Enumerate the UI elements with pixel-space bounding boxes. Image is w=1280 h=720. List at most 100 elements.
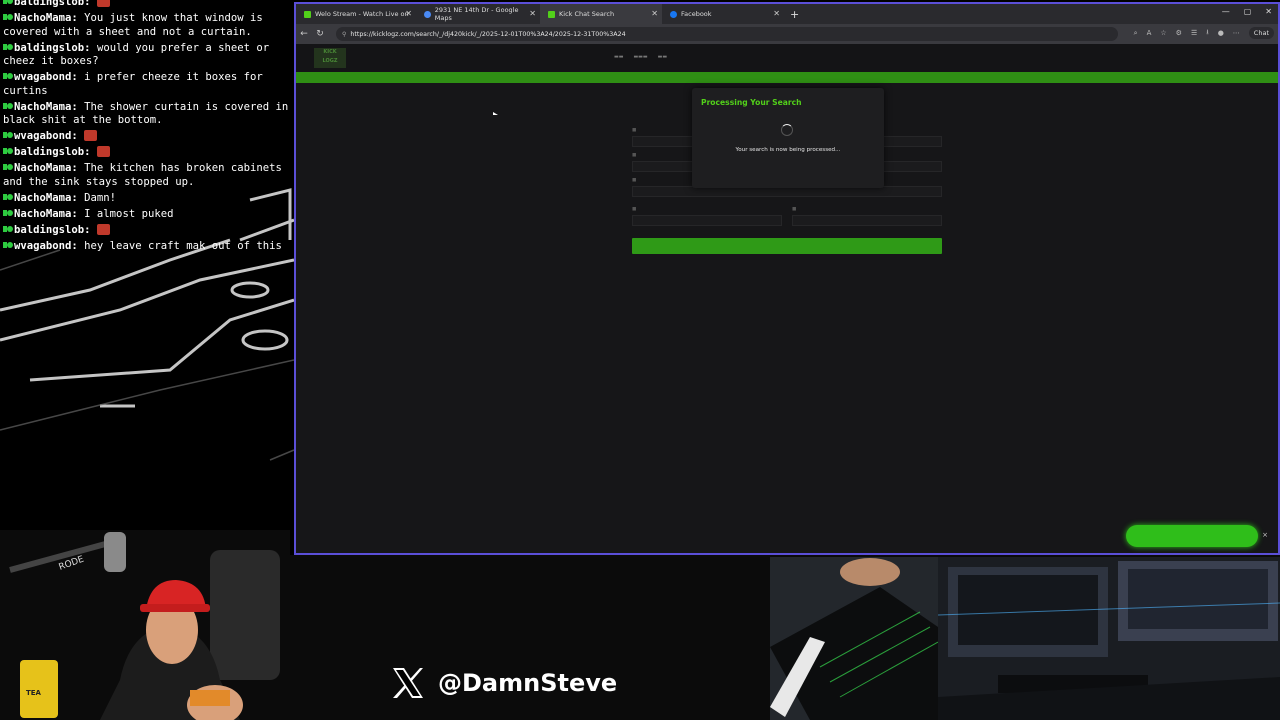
keyboard-camera [770,557,938,720]
address-bar[interactable]: ⚲ https://kicklogz.com/search/_/dj420kic… [336,27,1118,41]
kick-favicon-icon [304,10,311,18]
svg-text:TEA: TEA [26,689,42,697]
chat-message: baldingslob: would you prefer a sheet or… [3,42,291,69]
mouse-cursor-icon [493,112,498,115]
chat-badge-icon [3,162,13,172]
zoom-icon[interactable]: ⌕ [1134,29,1138,38]
chat-username[interactable]: baldingslob: [14,42,91,54]
tab-label: 2931 NE 14th Dr - Google Maps [434,6,519,22]
window-controls: — ▢ ✕ [1222,7,1272,16]
copilot-chat-button[interactable]: Chat [1248,27,1274,39]
nav-link[interactable]: ▬▬ [658,54,667,60]
chat-username[interactable]: baldingslob: [14,0,91,8]
url-text[interactable]: https://kicklogz.com/search/_/dj420kick/… [350,31,625,38]
field-label: ■ [632,207,637,212]
chat-message-list: baldingslob: NachoMama: You just know tha… [3,0,291,256]
chat-badge-icon [3,224,13,234]
close-icon[interactable]: × [1262,531,1268,539]
chat-badge-icon [3,12,13,22]
browser-window: Welo Stream - Watch Live on ✕ 2931 NE 14… [294,2,1280,555]
loading-spinner-icon [781,124,793,136]
downloads-icon[interactable]: ⭳ [1206,28,1208,39]
chat-badge-icon [3,240,13,250]
chat-badge-icon [3,130,13,140]
maximize-icon[interactable]: ▢ [1244,7,1252,16]
chat-message: baldingslob: [3,146,291,160]
handle-text: @DamnSteve [438,669,618,697]
close-icon[interactable]: ✕ [651,9,658,18]
chat-message: NachoMama: The kitchen has broken cabine… [3,162,291,189]
chat-badge-icon [3,42,13,52]
chat-username[interactable]: baldingslob: [14,146,91,158]
desk-camera [938,557,1280,720]
chat-username[interactable]: NachoMama: [14,12,78,24]
facebook-icon [670,10,677,18]
minimize-icon[interactable]: — [1222,7,1230,16]
read-aloud-icon[interactable]: A [1147,29,1152,37]
maps-pin-icon [424,10,431,18]
address-toolbar: ← ↻ ⚲ https://kicklogz.com/search/_/dj42… [296,24,1278,44]
chat-text: Damn! [84,191,117,204]
new-tab-plus-icon[interactable]: + [790,8,799,21]
chat-badge-icon [3,192,13,202]
extensions-icon[interactable]: ⚙ [1176,29,1182,37]
chat-badge-icon [3,71,13,81]
chat-text: hey leave craft mak out of this [84,239,282,252]
tab-bar: Welo Stream - Watch Live on ✕ 2931 NE 14… [296,4,1278,24]
x-logo-icon [393,668,423,698]
site-nav: ▬▬ ▬▬▬ ▬▬ [614,54,667,60]
chat-message: wvagabond: [3,130,291,144]
chat-username[interactable]: baldingslob: [14,224,91,236]
site-logo[interactable]: KICK LOGZ [314,48,346,68]
chat-username[interactable]: wvagabond: [14,240,78,252]
chat-username[interactable]: wvagabond: [14,71,78,83]
nav-link[interactable]: ▬▬ [614,54,623,60]
chat-emote-icon [96,146,110,158]
chat-badge-icon [3,101,13,111]
close-icon[interactable]: ✕ [773,9,780,18]
chat-username[interactable]: NachoMama: [14,208,78,220]
site-header: KICK LOGZ ▬▬ ▬▬▬ ▬▬ [296,44,1278,72]
chat-username[interactable]: NachoMama: [14,101,78,113]
close-icon[interactable]: ✕ [529,9,536,18]
reload-icon[interactable]: ↻ [312,29,328,39]
profile-avatar-icon[interactable]: ● [1218,29,1224,37]
collections-icon[interactable]: ☰ [1191,29,1197,37]
search-button[interactable] [632,238,942,254]
processing-modal: Processing Your Search Your search is no… [692,88,884,188]
chat-username[interactable]: NachoMama: [14,162,78,174]
from-date-field[interactable] [632,215,782,226]
chat-username[interactable]: NachoMama: [14,192,78,204]
more-menu-icon[interactable]: ⋯ [1233,29,1240,37]
favorite-star-icon[interactable]: ☆ [1160,29,1166,37]
modal-message: Your search is now being processed... [735,147,841,153]
chat-message: NachoMama: The shower curtain is covered… [3,101,291,128]
streamer-webcam: RODE TEA [0,530,290,720]
tab-welo-stream[interactable]: Welo Stream - Watch Live on ✕ [296,4,416,24]
browser-tools: ⌕ A ☆ ⚙ ☰ ⭳ ● ⋯ Chat [1134,27,1274,39]
chat-message: wvagabond: hey leave craft mak out of th… [3,240,291,254]
chat-emote-icon [83,130,97,142]
chat-emote-icon [96,223,110,235]
chat-badge-icon [3,208,13,218]
chat-username[interactable]: wvagabond: [14,130,78,142]
chat-badge-icon [3,146,13,156]
site-banner-strip [296,72,1278,83]
nav-link[interactable]: ▬▬▬ [633,54,647,60]
tab-google-maps[interactable]: 2931 NE 14th Dr - Google Maps ✕ [416,4,540,24]
wrapped-promo-pill[interactable]: × [1126,525,1268,547]
site-info-icon[interactable]: ⚲ [342,31,346,38]
to-date-field[interactable] [792,215,942,226]
chat-overlay: baldingslob: NachoMama: You just know tha… [0,0,294,560]
tab-label: Kick Chat Search [559,10,615,18]
chat-emote-icon [96,0,110,7]
social-handle: @DamnSteve [390,665,617,701]
modal-title: Processing Your Search [701,98,802,107]
stream-bottom-area: RODE TEA @DamnSteve [0,530,1280,720]
chat-badge-icon [3,0,13,6]
tab-facebook[interactable]: Facebook ✕ [662,4,784,24]
tab-kick-chat-search[interactable]: Kick Chat Search ✕ [540,4,662,24]
close-window-icon[interactable]: ✕ [1265,7,1272,16]
back-arrow-icon[interactable]: ← [296,29,312,39]
close-icon[interactable]: ✕ [405,9,412,18]
